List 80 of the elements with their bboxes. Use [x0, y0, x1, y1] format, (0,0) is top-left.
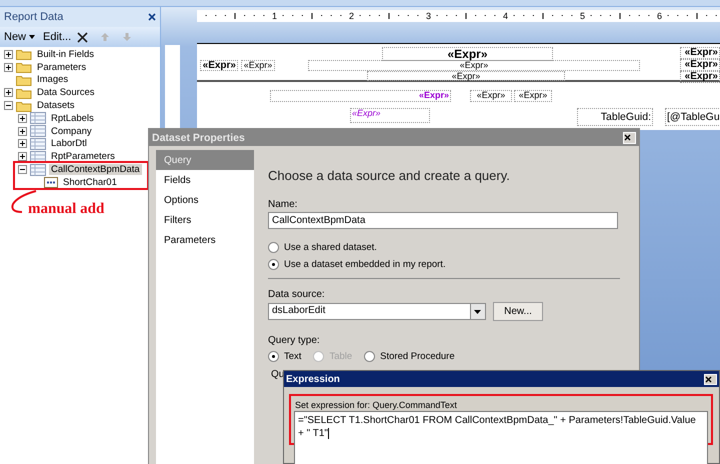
report-textbox[interactable]: «Expr»: [367, 71, 565, 81]
field-icon: [44, 176, 58, 188]
expand-icon[interactable]: [18, 114, 27, 123]
ruler-number: 5: [579, 10, 586, 22]
folder-icon: [16, 74, 32, 86]
tree-item[interactable]: CallContextBpmData: [49, 164, 142, 176]
report-textbox[interactable]: «Expr»: [680, 59, 720, 71]
tree-item[interactable]: Data Sources: [35, 87, 97, 98]
tree-item[interactable]: Datasets: [35, 100, 76, 112]
radio-button[interactable]: [268, 351, 279, 362]
tree-item[interactable]: LaborDtl: [49, 138, 89, 150]
close-icon: [705, 376, 712, 382]
expand-icon[interactable]: [18, 126, 27, 136]
report-textbox[interactable]: «Expr»: [514, 90, 552, 102]
report-textbox[interactable]: «Expr»: [270, 90, 451, 102]
report-textbox[interactable]: «Expr»: [382, 47, 553, 61]
tree-item[interactable]: Images: [35, 74, 70, 86]
tree-item[interactable]: Parameters: [35, 62, 88, 73]
close-icon[interactable]: [148, 13, 156, 21]
folder-icon: [16, 61, 32, 74]
expand-icon[interactable]: [18, 139, 27, 148]
report-textbox[interactable]: TableGuid:: [577, 108, 653, 126]
tree-item[interactable]: RptParameters: [49, 151, 117, 162]
name-field[interactable]: CallContextBpmData: [268, 212, 618, 229]
collapse-icon[interactable]: [4, 101, 13, 110]
expression-field[interactable]: ="SELECT T1.ShortChar01 FROM CallContextBpmData_" + Parameters!TableGuid.Value + " T1": [294, 411, 708, 464]
tree-item[interactable]: ShortChar01: [61, 176, 119, 188]
close-button[interactable]: [623, 132, 636, 144]
radio-button[interactable]: [268, 259, 279, 270]
expand-icon[interactable]: [18, 152, 27, 162]
radio-label: Use a dataset embedded in my report.: [284, 259, 446, 270]
table-icon: [30, 138, 46, 150]
dialog-title: Expression: [286, 374, 340, 384]
folder-icon: [16, 86, 32, 99]
close-button[interactable]: [704, 374, 717, 384]
tree-item[interactable]: Built-in Fields: [35, 48, 96, 60]
close-icon: [624, 134, 631, 141]
report-textbox[interactable]: «Expr»: [680, 71, 720, 83]
radio-label: Use a shared dataset.: [284, 242, 377, 253]
collapse-icon[interactable]: [18, 165, 27, 174]
report-textbox[interactable]: «Expr»: [200, 60, 238, 71]
table-icon: [30, 125, 46, 138]
open-folder-icon: [16, 100, 32, 112]
data-source-dropdown[interactable]: dsLaborEdit: [268, 303, 486, 320]
expand-icon[interactable]: [4, 88, 13, 98]
radio-label: Text: [284, 351, 302, 362]
report-textbox[interactable]: «Expr»: [350, 108, 430, 123]
ruler-number: 3: [425, 10, 432, 22]
new-button[interactable]: New: [2, 31, 38, 43]
report-textbox[interactable]: «Expr»: [470, 90, 512, 102]
dialog-heading: Choose a data source and create a query.: [268, 168, 511, 183]
radio-label: Stored Procedure: [380, 351, 455, 362]
report-textbox[interactable]: «Expr»: [680, 47, 720, 59]
report-textbox[interactable]: «Expr»: [308, 60, 640, 71]
ruler-number: 2: [348, 10, 356, 22]
expression-prompt: Set expression for: Query.CommandText: [295, 400, 458, 410]
edit-button[interactable]: Edit...: [41, 31, 74, 43]
report-textbox[interactable]: [@TableGu: [665, 108, 720, 126]
expand-icon[interactable]: [4, 62, 13, 72]
radio-button[interactable]: [268, 242, 279, 253]
annotation-label: manual add: [28, 201, 104, 218]
delete-icon[interactable]: [77, 32, 88, 42]
field-label: Data source:: [268, 289, 326, 300]
report-textbox[interactable]: «Expr»: [241, 60, 275, 71]
tree-item[interactable]: Company: [49, 126, 94, 137]
table-icon: [30, 112, 46, 124]
table-icon: [30, 164, 46, 176]
new-button[interactable]: New...: [493, 302, 543, 321]
tree-item[interactable]: RptLabels: [49, 112, 96, 124]
dialog-title: Dataset Properties: [152, 132, 245, 144]
table-icon: [30, 150, 46, 163]
ruler-number: 6: [656, 10, 664, 22]
expand-icon[interactable]: [4, 50, 13, 59]
caret-icon: [29, 35, 36, 39]
field-label: Name:: [268, 199, 298, 210]
ruler-number: 1: [271, 10, 278, 22]
field-label: Query type:: [268, 335, 321, 346]
panel-title: Report Data: [4, 11, 64, 23]
ruler-number: 4: [502, 10, 510, 22]
radio-button[interactable]: [364, 351, 376, 362]
